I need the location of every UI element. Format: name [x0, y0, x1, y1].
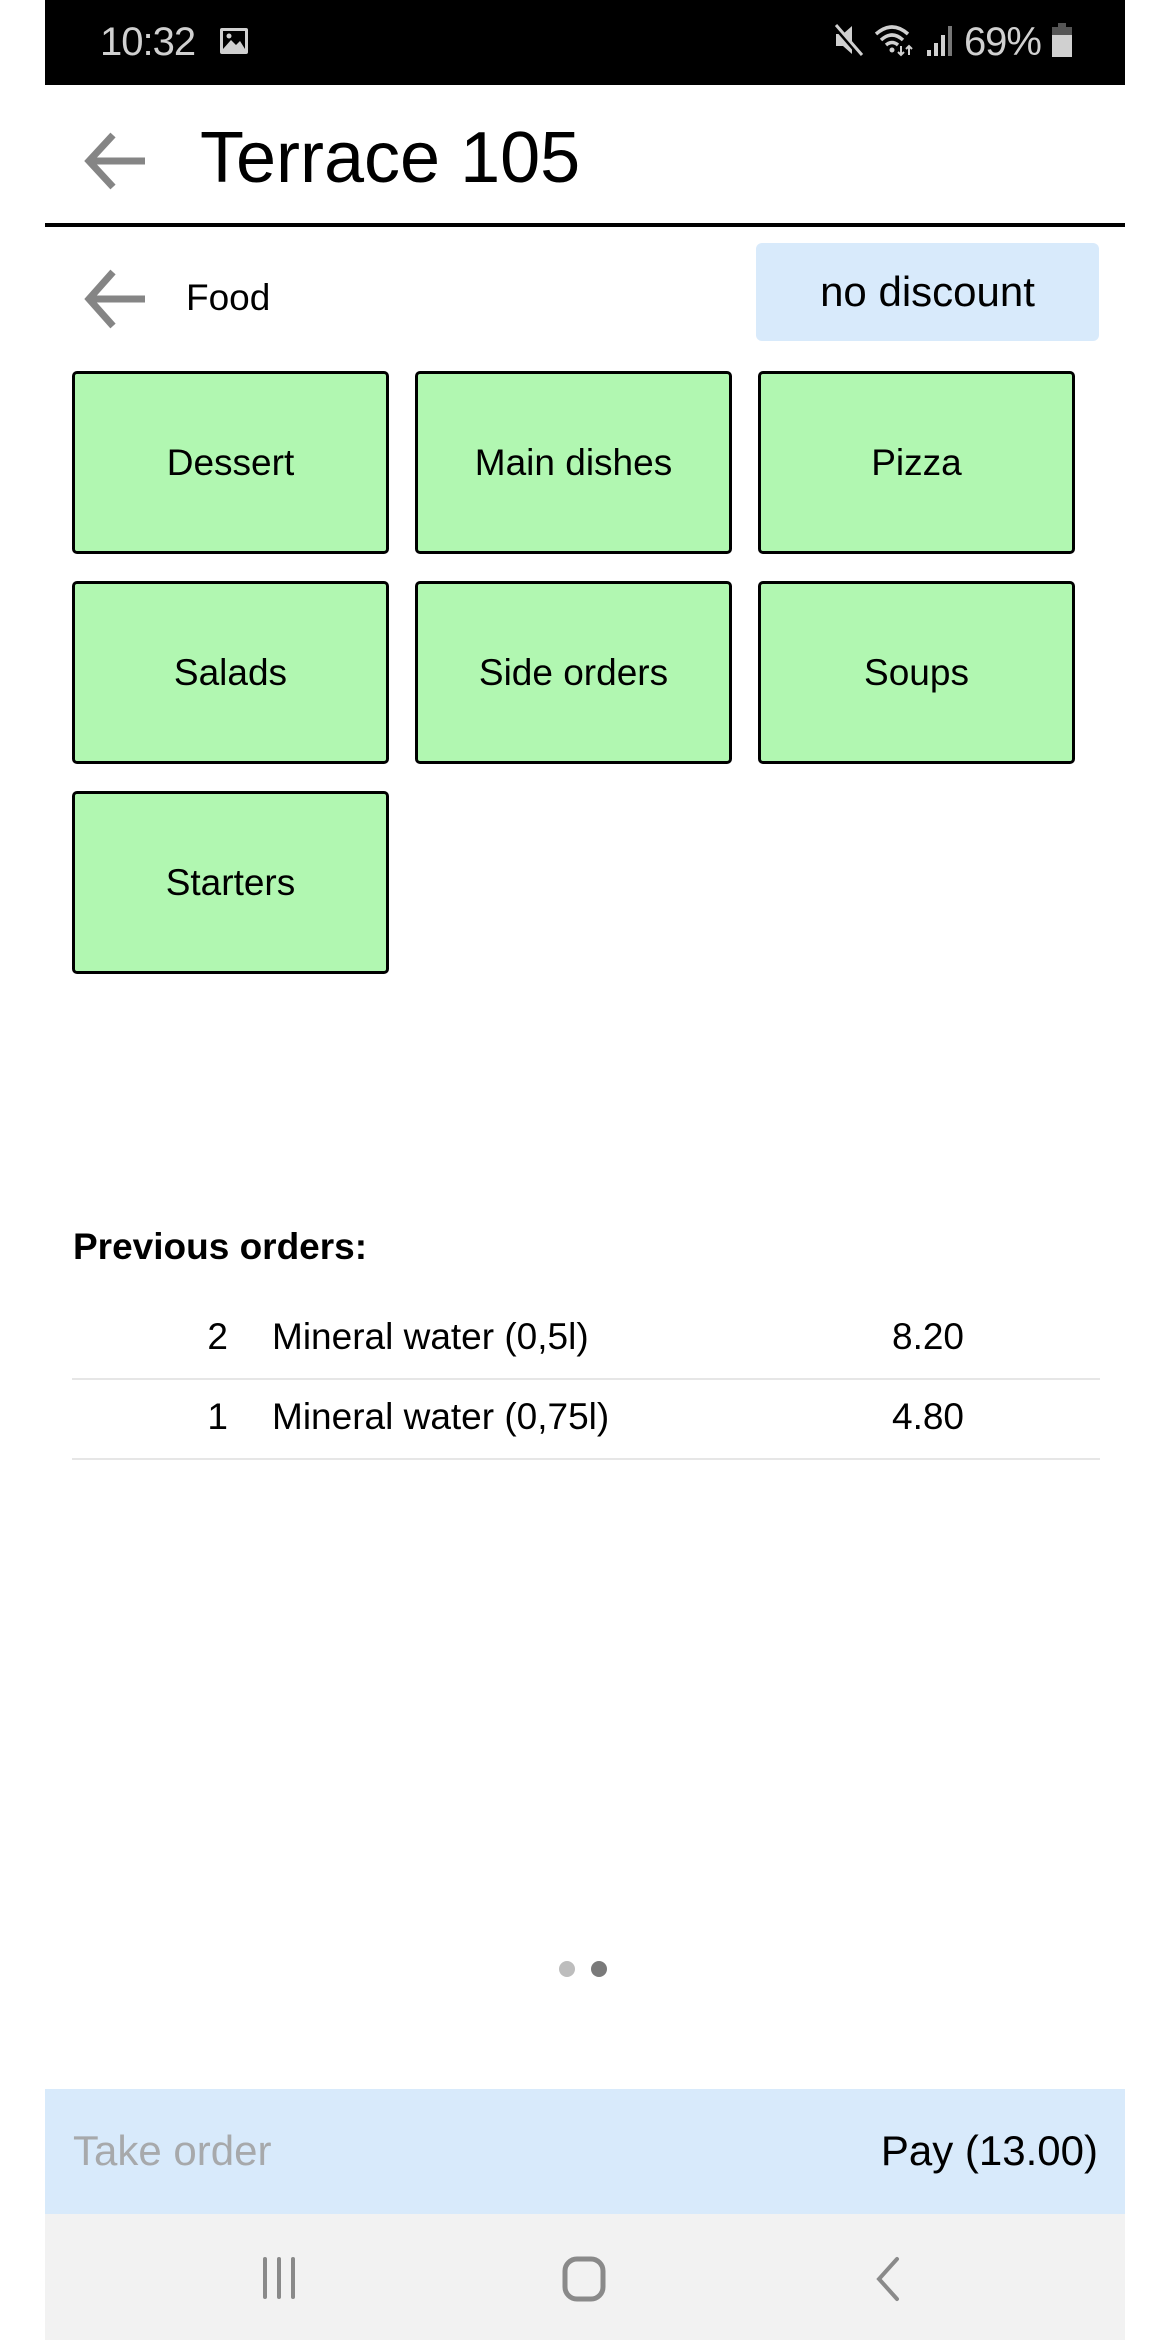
category-tile-starters[interactable]: Starters	[72, 791, 389, 974]
action-bar: Take order Pay (13.00)	[45, 2089, 1125, 2214]
previous-orders-heading: Previous orders:	[73, 1226, 368, 1267]
status-time: 10:32	[100, 20, 196, 64]
system-navigation-bar	[45, 2214, 1125, 2340]
mute-icon	[832, 22, 864, 63]
take-order-button[interactable]: Take order	[73, 2127, 271, 2175]
gallery-icon	[219, 27, 249, 55]
category-tile-dessert[interactable]: Dessert	[72, 371, 389, 554]
page-dot-2-active[interactable]	[591, 1961, 607, 1977]
pay-button[interactable]: Pay (13.00)	[881, 2127, 1098, 2175]
current-category-label: Food	[186, 277, 271, 318]
category-tile-soups[interactable]: Soups	[758, 581, 1075, 764]
category-grid: Dessert Main dishes Pizza Salads Side or…	[72, 371, 1080, 974]
battery-percent: 69%	[963, 19, 1042, 64]
category-tile-salads[interactable]: Salads	[72, 581, 389, 764]
app-screen: 10:32 69% Terrace 105 Food no discount D…	[45, 0, 1125, 2340]
discount-button[interactable]: no discount	[756, 243, 1099, 341]
signal-icon	[926, 23, 954, 62]
page-title: Terrace 105	[200, 118, 581, 198]
order-row[interactable]: 2 Mineral water (0,5l) 8.20	[72, 1300, 1100, 1380]
order-item-name: Mineral water (0,75l)	[272, 1396, 610, 1437]
order-price: 8.20	[892, 1316, 965, 1357]
status-bar: 10:32 69%	[45, 0, 1125, 85]
order-quantity: 2	[207, 1316, 228, 1357]
order-price: 4.80	[892, 1396, 965, 1437]
battery-icon	[1051, 22, 1073, 63]
page-indicator	[559, 1961, 607, 1977]
category-back-arrow-icon[interactable]	[83, 268, 147, 330]
previous-orders-list: 2 Mineral water (0,5l) 8.20 1 Mineral wa…	[72, 1300, 1100, 1460]
category-tile-side-orders[interactable]: Side orders	[415, 581, 732, 764]
back-arrow-icon[interactable]	[83, 131, 147, 191]
status-icons: 69%	[832, 18, 1073, 66]
back-icon[interactable]	[873, 2256, 903, 2307]
order-quantity: 1	[207, 1396, 228, 1437]
page-dot-1[interactable]	[559, 1961, 575, 1977]
home-icon[interactable]	[562, 2256, 608, 2307]
order-item-name: Mineral water (0,5l)	[272, 1316, 589, 1357]
category-tile-pizza[interactable]: Pizza	[758, 371, 1075, 554]
wifi-icon	[874, 22, 916, 63]
recents-icon[interactable]	[261, 2256, 301, 2305]
order-row[interactable]: 1 Mineral water (0,75l) 4.80	[72, 1380, 1100, 1460]
app-header: Terrace 105	[45, 85, 1125, 227]
category-tile-main-dishes[interactable]: Main dishes	[415, 371, 732, 554]
